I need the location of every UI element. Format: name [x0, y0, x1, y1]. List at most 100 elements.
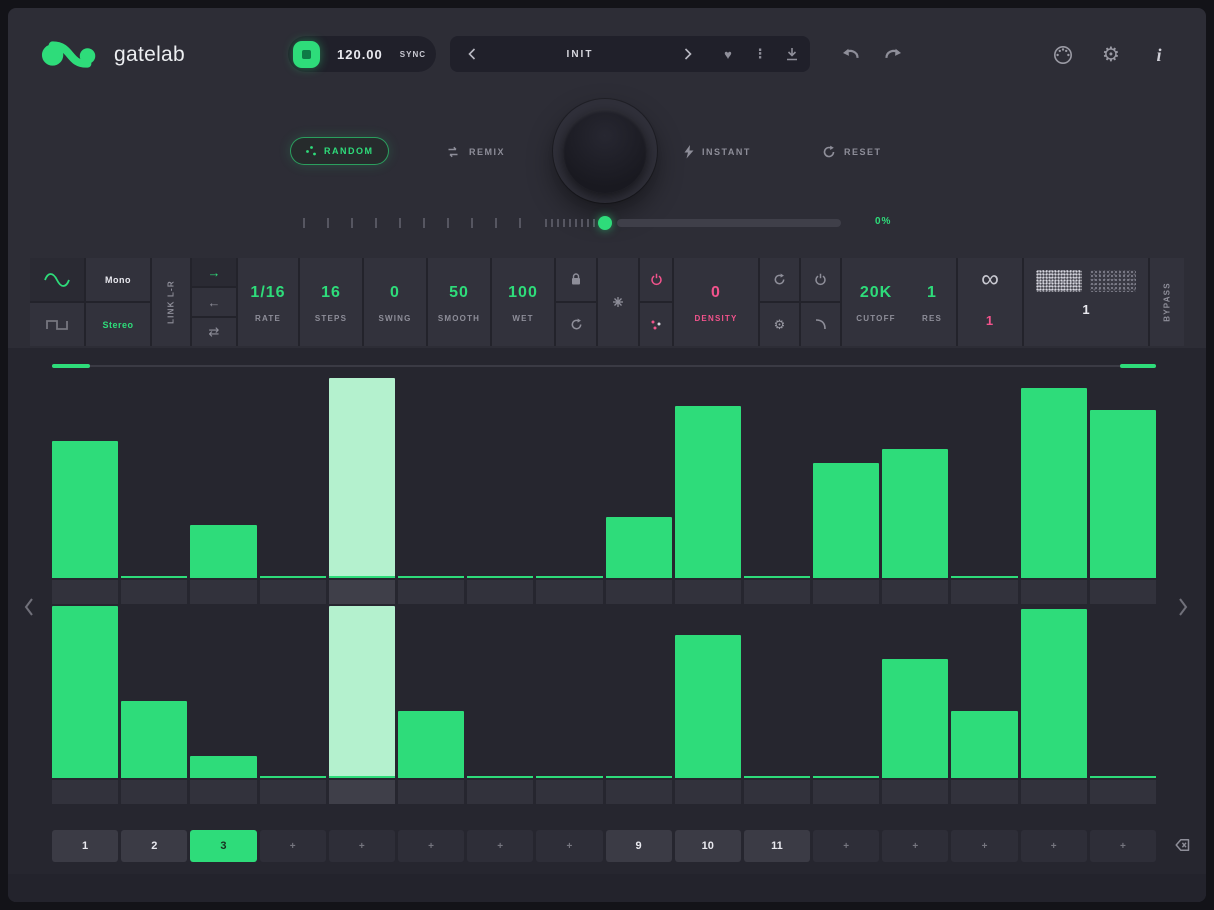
step-footer[interactable]	[329, 780, 395, 804]
slider-track[interactable]	[617, 219, 841, 227]
step-footer[interactable]	[1090, 580, 1156, 604]
step-column-5[interactable]	[329, 606, 395, 804]
pattern-button-8[interactable]: +	[536, 830, 602, 862]
step-bar[interactable]	[1090, 410, 1156, 576]
loop-count-value[interactable]: 1	[986, 312, 994, 330]
filter-power-button[interactable]	[801, 258, 840, 301]
swing-control[interactable]: 0 SWING	[364, 258, 426, 346]
step-footer[interactable]	[121, 580, 187, 604]
step-column-12[interactable]	[813, 378, 879, 604]
step-bar[interactable]	[121, 701, 187, 776]
step-bar[interactable]	[52, 606, 118, 776]
step-footer[interactable]	[1090, 780, 1156, 804]
step-footer[interactable]	[260, 580, 326, 604]
loop-start-handle[interactable]	[52, 364, 90, 368]
square-wave-button[interactable]	[30, 301, 84, 346]
step-footer[interactable]	[813, 580, 879, 604]
step-bar[interactable]	[675, 635, 741, 776]
sine-wave-button[interactable]	[30, 258, 84, 301]
step-footer[interactable]	[951, 780, 1017, 804]
save-preset-button[interactable]	[774, 36, 810, 72]
step-column-2[interactable]	[121, 378, 187, 604]
density-power-button[interactable]	[640, 258, 672, 301]
step-footer[interactable]	[606, 780, 672, 804]
bypass-toggle[interactable]: BYPASS	[1150, 258, 1184, 346]
step-footer[interactable]	[951, 580, 1017, 604]
step-bar[interactable]	[398, 711, 464, 776]
pattern-button-14[interactable]: +	[951, 830, 1017, 862]
step-bar[interactable]	[813, 463, 879, 576]
step-bar[interactable]	[951, 711, 1017, 776]
step-footer[interactable]	[329, 580, 395, 604]
step-column-4[interactable]	[260, 378, 326, 604]
step-footer[interactable]	[190, 780, 256, 804]
sync-toggle[interactable]: SYNC	[400, 50, 426, 59]
direction-reverse-button[interactable]: ←	[192, 286, 236, 316]
step-column-14[interactable]	[951, 378, 1017, 604]
step-footer[interactable]	[52, 580, 118, 604]
stereo-button[interactable]: Stereo	[86, 301, 150, 346]
step-footer[interactable]	[467, 780, 533, 804]
pattern-button-5[interactable]: +	[329, 830, 395, 862]
bpm-display[interactable]: 120.00	[329, 47, 391, 62]
random-button[interactable]: RANDOM	[290, 137, 389, 165]
random-amount-slider[interactable]	[295, 214, 855, 232]
pattern-button-1[interactable]: 1	[52, 830, 118, 862]
step-bar[interactable]	[882, 659, 948, 776]
step-footer[interactable]	[1021, 780, 1087, 804]
density-value[interactable]: 0	[711, 284, 721, 302]
resonance-control[interactable]: 1 RES	[910, 258, 954, 346]
smooth-control[interactable]: 50 SMOOTH	[428, 258, 490, 346]
pattern-button-13[interactable]: +	[882, 830, 948, 862]
step-column-7[interactable]	[467, 378, 533, 604]
filter-loop-button[interactable]	[760, 258, 799, 301]
step-footer[interactable]	[1021, 580, 1087, 604]
loop-end-handle[interactable]	[1120, 364, 1156, 368]
step-footer[interactable]	[398, 580, 464, 604]
rate-value[interactable]: 1/16	[250, 284, 285, 302]
step-footer[interactable]	[882, 580, 948, 604]
pattern-button-2[interactable]: 2	[121, 830, 187, 862]
step-column-1[interactable]	[52, 378, 118, 604]
pattern-button-10[interactable]: 10	[675, 830, 741, 862]
step-footer[interactable]	[744, 580, 810, 604]
step-bar[interactable]	[1021, 388, 1087, 576]
step-column-13[interactable]	[882, 606, 948, 804]
step-column-1[interactable]	[52, 606, 118, 804]
step-column-16[interactable]	[1090, 378, 1156, 604]
cutoff-control[interactable]: 20K CUTOFF	[842, 258, 910, 346]
undo-button[interactable]	[840, 46, 864, 64]
step-footer[interactable]	[190, 580, 256, 604]
wet-control[interactable]: 100 WET	[492, 258, 554, 346]
step-column-6[interactable]	[398, 606, 464, 804]
step-bar[interactable]	[606, 517, 672, 576]
mono-button[interactable]: Mono	[86, 258, 150, 301]
step-column-9[interactable]	[606, 606, 672, 804]
pattern-button-3[interactable]: 3	[190, 830, 256, 862]
info-button[interactable]: i	[1147, 43, 1171, 67]
page-right-button[interactable]	[1178, 594, 1192, 620]
direction-pingpong-button[interactable]: ⇄	[192, 316, 236, 346]
delete-pattern-button[interactable]	[1170, 838, 1192, 854]
step-bar[interactable]	[675, 406, 741, 576]
step-footer[interactable]	[467, 580, 533, 604]
step-footer[interactable]	[536, 580, 602, 604]
step-bar-active[interactable]	[329, 606, 395, 776]
step-column-7[interactable]	[467, 606, 533, 804]
step-bar-active[interactable]	[329, 378, 395, 576]
stop-button[interactable]	[293, 41, 320, 68]
step-column-4[interactable]	[260, 606, 326, 804]
loop-length-panel[interactable]: ∞ 1	[958, 258, 1022, 346]
step-column-2[interactable]	[121, 606, 187, 804]
step-footer[interactable]	[744, 780, 810, 804]
pattern-button-6[interactable]: +	[398, 830, 464, 862]
swing-value[interactable]: 0	[390, 284, 400, 302]
pattern-button-12[interactable]: +	[813, 830, 879, 862]
step-column-12[interactable]	[813, 606, 879, 804]
midi-settings-button[interactable]	[1051, 43, 1075, 67]
step-column-5[interactable]	[329, 378, 395, 604]
pattern-button-15[interactable]: +	[1021, 830, 1087, 862]
step-column-10[interactable]	[675, 378, 741, 604]
res-value[interactable]: 1	[927, 284, 937, 302]
loop-region-bar[interactable]	[52, 364, 1156, 368]
